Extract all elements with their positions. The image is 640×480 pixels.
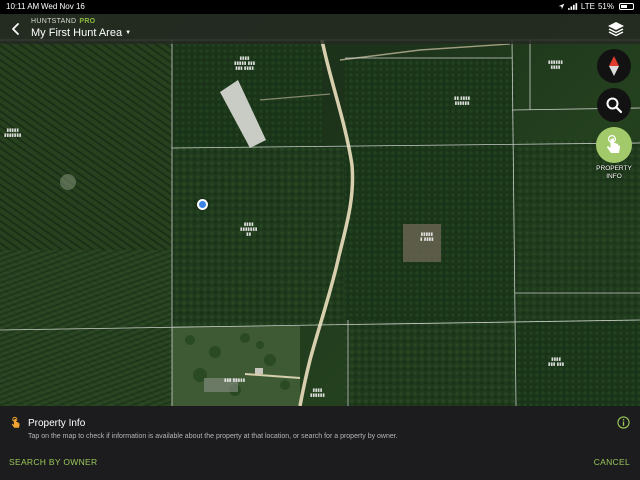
search-button[interactable]	[597, 88, 631, 122]
hunt-area-name: My First Hunt Area	[31, 27, 123, 39]
parcel-label: ▮▮▮▮ ▮ ▮▮▮▮▮	[420, 232, 434, 242]
property-info-button[interactable]	[596, 127, 632, 163]
property-label-line1: PROPERTY	[596, 165, 632, 172]
map-imagery	[0, 39, 640, 406]
app-root: ▮▮▮▮ ▮▮▮ ▮▮▮ ▮▮▮▮▮ ▮▮▮▮ ▮▮▮▮▮▮ ▮▮▮▮ ▮▮ ▮▮▮▮…	[0, 0, 640, 480]
layers-button[interactable]	[606, 19, 626, 39]
layers-icon	[608, 22, 624, 37]
signal-icon	[567, 3, 578, 10]
info-icon	[617, 416, 630, 429]
tap-finger-icon	[607, 134, 621, 153]
search-icon	[606, 97, 623, 114]
property-info-panel: Property Info Tap on the map to check if…	[0, 406, 640, 480]
current-location-marker	[197, 199, 208, 210]
status-right: LTE 51%	[558, 2, 634, 11]
info-button[interactable]	[617, 416, 630, 429]
parcel-label: ▮▮▮▮▮▮ ▮▮▮▮ ▮▮	[454, 96, 471, 106]
battery-icon	[619, 3, 634, 10]
caret-down-icon: ▼	[125, 30, 132, 36]
brand-name: HUNTSTAND	[31, 18, 77, 25]
compass-icon	[609, 56, 619, 76]
battery-fill	[621, 5, 627, 8]
parcel-label: ▮▮▮▮▮▮▮ ▮▮▮▮▮	[4, 128, 22, 138]
panel-title: Property Info	[28, 417, 86, 429]
tap-finger-icon	[11, 416, 20, 428]
search-by-owner-button[interactable]: SEARCH BY OWNER	[9, 457, 97, 467]
location-arrow-icon	[558, 3, 565, 10]
hunt-area-selector[interactable]: My First Hunt Area ▼	[31, 27, 131, 39]
satellite-map[interactable]: ▮▮▮▮ ▮▮▮ ▮▮▮ ▮▮▮▮▮ ▮▮▮▮ ▮▮▮▮▮▮ ▮▮▮▮ ▮▮ ▮▮▮▮…	[0, 0, 640, 406]
panel-title-row: Property Info	[10, 416, 85, 430]
parcel-label: ▮▮▮▮▮▮▮▮▮▮	[310, 388, 325, 398]
brand-tier: PRO	[79, 18, 96, 25]
status-date: Wed Nov 16	[41, 2, 85, 11]
network-type: LTE	[580, 2, 595, 11]
status-time: 10:11 AM	[6, 2, 40, 11]
parcel-label: ▮▮ ▮▮▮▮▮▮▮ ▮▮▮▮	[240, 222, 258, 237]
battery-percent: 51%	[597, 2, 614, 11]
parcel-label: ▮▮▮▮▮▮▮▮▮▮	[548, 60, 563, 70]
property-label-line2: INFO	[606, 173, 622, 180]
property-info-label: PROPERTY INFO	[590, 165, 638, 181]
compass-button[interactable]	[597, 49, 631, 83]
parcel-label: ▮▮▮ ▮▮▮ ▮▮▮▮	[548, 357, 565, 367]
app-brand: HUNTSTAND PRO	[31, 18, 95, 25]
parcel-label: ▮▮▮▮ ▮▮▮ ▮▮▮ ▮▮▮▮▮ ▮▮▮▮	[234, 56, 256, 71]
chevron-left-icon	[12, 23, 19, 35]
back-button[interactable]	[8, 21, 24, 37]
panel-description: Tap on the map to check if information i…	[28, 433, 398, 440]
cancel-button[interactable]: CANCEL	[594, 457, 630, 467]
top-header: HUNTSTAND PRO My First Hunt Area ▼	[0, 14, 640, 44]
status-bar: 10:11 AM Wed Nov 16 LTE 51%	[0, 0, 640, 14]
parcel-label: ▮▮▮▮▮ ▮▮▮	[224, 378, 246, 383]
